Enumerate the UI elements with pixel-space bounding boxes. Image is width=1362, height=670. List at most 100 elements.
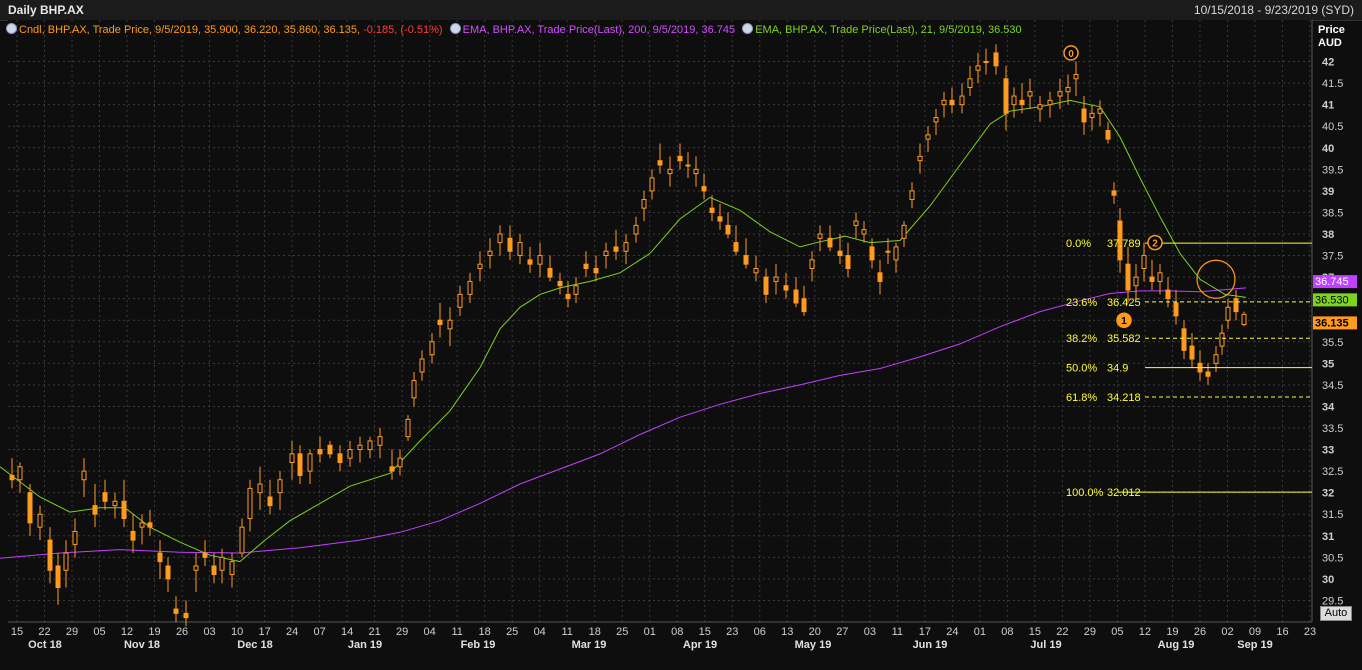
legend-toggle-icon[interactable] (6, 23, 17, 34)
y-tick-label: 32 (1322, 488, 1334, 500)
wave-marker-label: 1 (1121, 316, 1127, 327)
x-tick-label: 07 (313, 626, 325, 638)
currency-label: AUD (1318, 37, 1342, 49)
candle-body (993, 52, 999, 67)
candle-body (257, 483, 263, 494)
candle-body (1105, 130, 1111, 140)
candle-body (517, 242, 523, 257)
x-tick-label: 15 (11, 626, 23, 638)
candle-body (941, 99, 947, 106)
candle-body (1225, 306, 1231, 321)
candle-body (1073, 73, 1079, 80)
x-tick-label: 10 (231, 626, 243, 638)
legend-toggle-icon[interactable] (449, 23, 461, 34)
legend-toggle-icon[interactable] (742, 23, 754, 34)
x-tick-label: 23 (726, 626, 738, 638)
chart-window: Daily BHP.AX 10/15/2018 - 9/23/2019 (SYD… (0, 0, 1362, 670)
x-tick-label: 05 (1111, 626, 1123, 638)
candle-body (693, 168, 699, 175)
x-tick-label: 18 (479, 626, 491, 638)
candle-body (27, 492, 33, 524)
x-tick-label: 04 (534, 626, 546, 638)
candle-body (247, 487, 253, 520)
candle-body (1111, 190, 1117, 196)
x-tick-label: 23 (1304, 626, 1316, 638)
candle-body (121, 500, 127, 520)
x-tick-label: 11 (892, 626, 903, 638)
y-tick-label: 41.5 (1322, 78, 1343, 90)
candle-body (773, 276, 779, 282)
legend-ema200[interactable]: EMA, BHP.AX, Trade Price(Last), 200, 9/5… (449, 23, 735, 36)
y-tick-label: 42 (1322, 57, 1334, 69)
candle-body (1173, 302, 1179, 317)
candle-body (1241, 313, 1247, 326)
fib-level-percent: 100.0% (1066, 487, 1104, 499)
candle-body (685, 164, 691, 167)
candle-body (975, 65, 981, 71)
price-chart[interactable]: 29.53030.53131.53232.53333.53434.53535.5… (0, 0, 1362, 670)
candle-body (337, 453, 343, 463)
x-tick-label: 29 (1084, 626, 1096, 638)
y-tick-label: 39.5 (1322, 164, 1343, 176)
candle-body (925, 134, 931, 140)
candle-body (593, 267, 599, 274)
x-tick-label: 13 (781, 626, 793, 638)
candle-body (949, 99, 955, 106)
candle-body (277, 479, 283, 494)
x-tick-label: 26 (176, 626, 188, 638)
candle-body (657, 160, 663, 166)
y-tick-label: 38 (1322, 229, 1334, 241)
x-tick-label: 24 (946, 626, 958, 638)
candle-body (347, 449, 353, 459)
candle-body (487, 250, 493, 257)
candle-body (239, 526, 245, 554)
x-tick-label: 29 (66, 626, 78, 638)
x-tick-label: 05 (93, 626, 105, 638)
candle-body (1233, 298, 1239, 313)
candle-body (72, 530, 78, 545)
candle-body (1181, 328, 1187, 351)
legend-candle[interactable]: Cndl, BHP.AX, Trade Price, 9/5/2019, 35.… (6, 23, 443, 36)
x-tick-label: 25 (616, 626, 628, 638)
candle-body (885, 250, 891, 253)
candle-body (733, 242, 739, 252)
x-tick-label: 22 (1056, 626, 1068, 638)
candle-body (717, 216, 723, 222)
candle-body (17, 466, 23, 481)
candle-body (1027, 91, 1033, 97)
candle-body (47, 539, 53, 571)
candle-body (709, 207, 715, 213)
x-tick-label: 17 (258, 626, 270, 638)
candle-body (853, 220, 859, 226)
candle-body (783, 285, 789, 291)
fib-level-percent: 50.0% (1066, 363, 1097, 375)
candle-body (557, 280, 563, 287)
candle-body (1125, 263, 1131, 291)
x-tick-label: 06 (754, 626, 766, 638)
x-tick-label: 14 (341, 626, 353, 638)
candle-body (1157, 272, 1163, 282)
candle-body (165, 565, 171, 580)
candle-body (933, 117, 939, 123)
legend-candle-text: Cndl, BHP.AX, Trade Price, 9/5/2019, 35.… (19, 24, 364, 36)
x-month-label: Oct 18 (28, 639, 62, 651)
candle-body (173, 608, 179, 614)
y-tick-label: 37.5 (1322, 251, 1343, 263)
candle-body (429, 341, 435, 356)
candle-body (507, 237, 513, 252)
candle-body (877, 272, 883, 282)
candle-body (405, 418, 411, 438)
fib-level-price: 34.218 (1107, 392, 1141, 404)
candle-body (1189, 345, 1195, 360)
candle-body (861, 229, 867, 235)
x-tick-label: 22 (38, 626, 50, 638)
fib-level-percent: 61.8% (1066, 392, 1097, 404)
candle-body (357, 444, 363, 451)
y-tick-label: 31.5 (1322, 509, 1343, 521)
auto-scale-button[interactable]: Auto (1320, 606, 1352, 621)
price-axis-title: Price AUD (1318, 24, 1345, 50)
y-tick-label: 35 (1322, 358, 1334, 370)
y-tick-label: 40 (1322, 143, 1334, 155)
legend-ema21[interactable]: EMA, BHP.AX, Trade Price(Last), 21, 9/5/… (742, 23, 1022, 36)
candle-body (793, 289, 799, 304)
